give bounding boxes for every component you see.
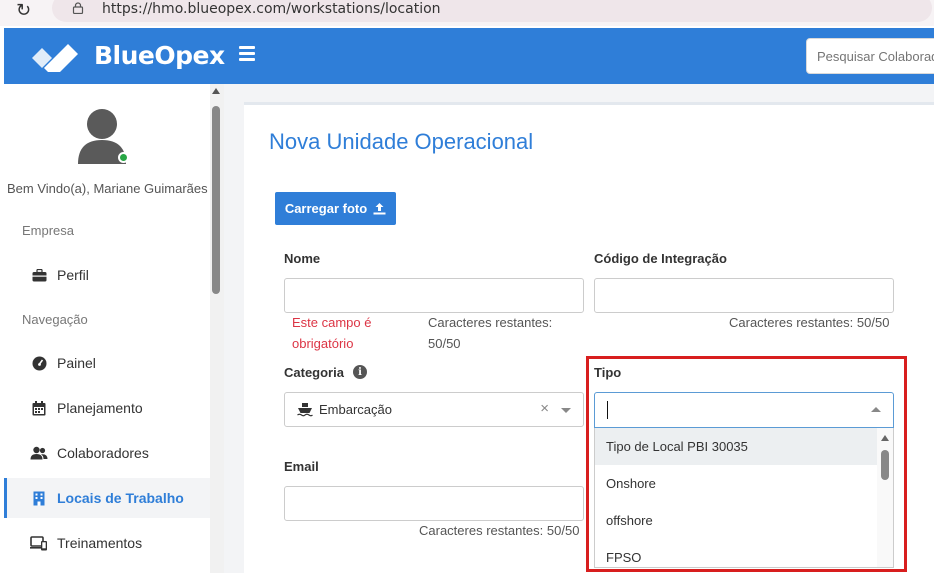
codigo-label: Código de Integração xyxy=(594,251,727,266)
nome-field[interactable] xyxy=(284,278,584,313)
training-icon xyxy=(30,534,48,552)
menu-toggle-icon[interactable] xyxy=(239,46,255,61)
sidebar-item-label: Treinamentos xyxy=(57,535,143,551)
email-field[interactable] xyxy=(284,486,584,521)
sidebar-item-label: Painel xyxy=(57,355,96,371)
search-input[interactable] xyxy=(806,38,934,74)
url-text[interactable]: https://hmo.blueopex.com/workstations/lo… xyxy=(102,1,441,17)
categoria-select[interactable]: Embarcação × xyxy=(284,392,584,427)
chevron-down-icon[interactable] xyxy=(561,408,571,413)
nome-error-text: Este campo é obrigatório xyxy=(292,315,372,351)
briefcase-icon xyxy=(30,266,48,284)
welcome-text: Bem Vindo(a), Mariane Guimarães xyxy=(7,181,208,196)
nome-remaining-value: 50/50 xyxy=(428,336,461,351)
upload-icon xyxy=(373,203,386,215)
codigo-remaining-text: Caracteres restantes: 50/50 xyxy=(729,315,890,330)
lock-icon xyxy=(72,2,84,14)
categoria-selected-value: Embarcação xyxy=(319,402,392,417)
top-navbar: BlueOpex xyxy=(4,28,934,84)
scrollbar-thumb[interactable] xyxy=(212,106,220,294)
sidebar-item-painel[interactable]: Painel xyxy=(4,343,210,383)
sidebar-item-treinamentos[interactable]: Treinamentos xyxy=(4,523,210,563)
brand-name[interactable]: BlueOpex xyxy=(94,41,225,70)
browser-toolbar: ↻ https://hmo.blueopex.com/workstations/… xyxy=(0,0,934,26)
clear-selection-icon[interactable]: × xyxy=(540,400,549,417)
codigo-integracao-field[interactable] xyxy=(594,278,894,313)
users-icon xyxy=(30,444,48,462)
dashboard-icon xyxy=(30,354,48,372)
sidebar-item-perfil[interactable]: Perfil xyxy=(4,255,210,295)
scroll-up-arrow-icon[interactable] xyxy=(212,88,220,94)
online-status-dot xyxy=(118,152,129,163)
nome-remaining-label: Caracteres restantes: xyxy=(428,315,553,330)
section-title-empresa: Empresa xyxy=(22,223,75,238)
sidebar: Bem Vindo(a), Mariane Guimarães Empresa … xyxy=(4,84,210,573)
sidebar-item-label: Perfil xyxy=(57,267,89,283)
page-title: Nova Unidade Operacional xyxy=(269,129,534,154)
sidebar-item-colaboradores[interactable]: Colaboradores xyxy=(4,433,210,473)
upload-photo-label: Carregar foto xyxy=(284,201,368,216)
section-title-navegacao: Navegação xyxy=(22,312,88,327)
sidebar-item-label: Planejamento xyxy=(57,400,143,416)
sidebar-item-label: Locais de Trabalho xyxy=(57,490,184,506)
info-icon[interactable]: i xyxy=(353,365,367,379)
highlight-annotation-box xyxy=(586,356,907,572)
sidebar-item-label: Colaboradores xyxy=(57,445,149,461)
ship-icon xyxy=(297,403,313,417)
upload-photo-button[interactable]: Carregar foto xyxy=(275,192,396,225)
email-label: Email xyxy=(284,459,319,474)
sidebar-item-locais-de-trabalho[interactable]: Locais de Trabalho xyxy=(4,478,210,518)
nome-label: Nome xyxy=(284,251,321,266)
sidebar-item-planejamento[interactable]: Planejamento xyxy=(4,388,210,428)
reload-icon[interactable]: ↻ xyxy=(16,0,31,21)
email-remaining-text: Caracteres restantes: 50/50 xyxy=(419,523,580,538)
calendar-icon xyxy=(30,399,48,417)
building-icon xyxy=(30,489,48,507)
sidebar-scrollbar[interactable] xyxy=(210,84,224,573)
categoria-label: Categoria xyxy=(284,365,344,380)
logo-icon xyxy=(32,44,78,72)
